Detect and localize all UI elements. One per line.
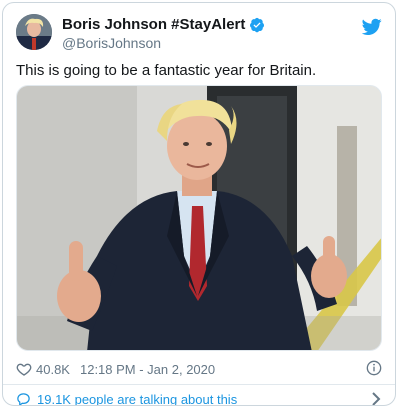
divider — [3, 384, 395, 385]
verified-badge-icon — [250, 17, 265, 32]
speech-bubble-icon — [17, 392, 30, 405]
handle[interactable]: @BorisJohnson — [62, 34, 265, 52]
tweet-meta: 40.8K 12:18 PM - Jan 2, 2020 — [16, 359, 382, 379]
info-icon[interactable] — [366, 360, 382, 376]
tweet-header: Boris Johnson #StayAlert @BorisJohnson — [16, 14, 382, 54]
conversation-count-text: 19.1K people are talking about this — [37, 391, 238, 406]
twitter-bird-icon[interactable] — [362, 18, 382, 36]
avatar[interactable] — [16, 14, 52, 50]
display-name[interactable]: Boris Johnson #StayAlert — [62, 15, 245, 34]
tweet-photo[interactable] — [16, 85, 382, 351]
heart-icon — [16, 363, 32, 376]
like-button[interactable]: 40.8K — [16, 361, 70, 377]
chevron-right-icon — [372, 392, 381, 405]
tweet-card: Boris Johnson #StayAlert @BorisJohnson T… — [2, 2, 396, 406]
tweet-text: This is going to be a fantastic year for… — [16, 62, 317, 79]
conversation-link[interactable]: 19.1K people are talking about this — [16, 389, 382, 406]
tweet-timestamp[interactable]: 12:18 PM - Jan 2, 2020 — [80, 362, 215, 377]
photo-thumbs-up — [17, 86, 381, 350]
like-count: 40.8K — [36, 361, 70, 377]
author-info: Boris Johnson #StayAlert @BorisJohnson — [62, 15, 265, 52]
